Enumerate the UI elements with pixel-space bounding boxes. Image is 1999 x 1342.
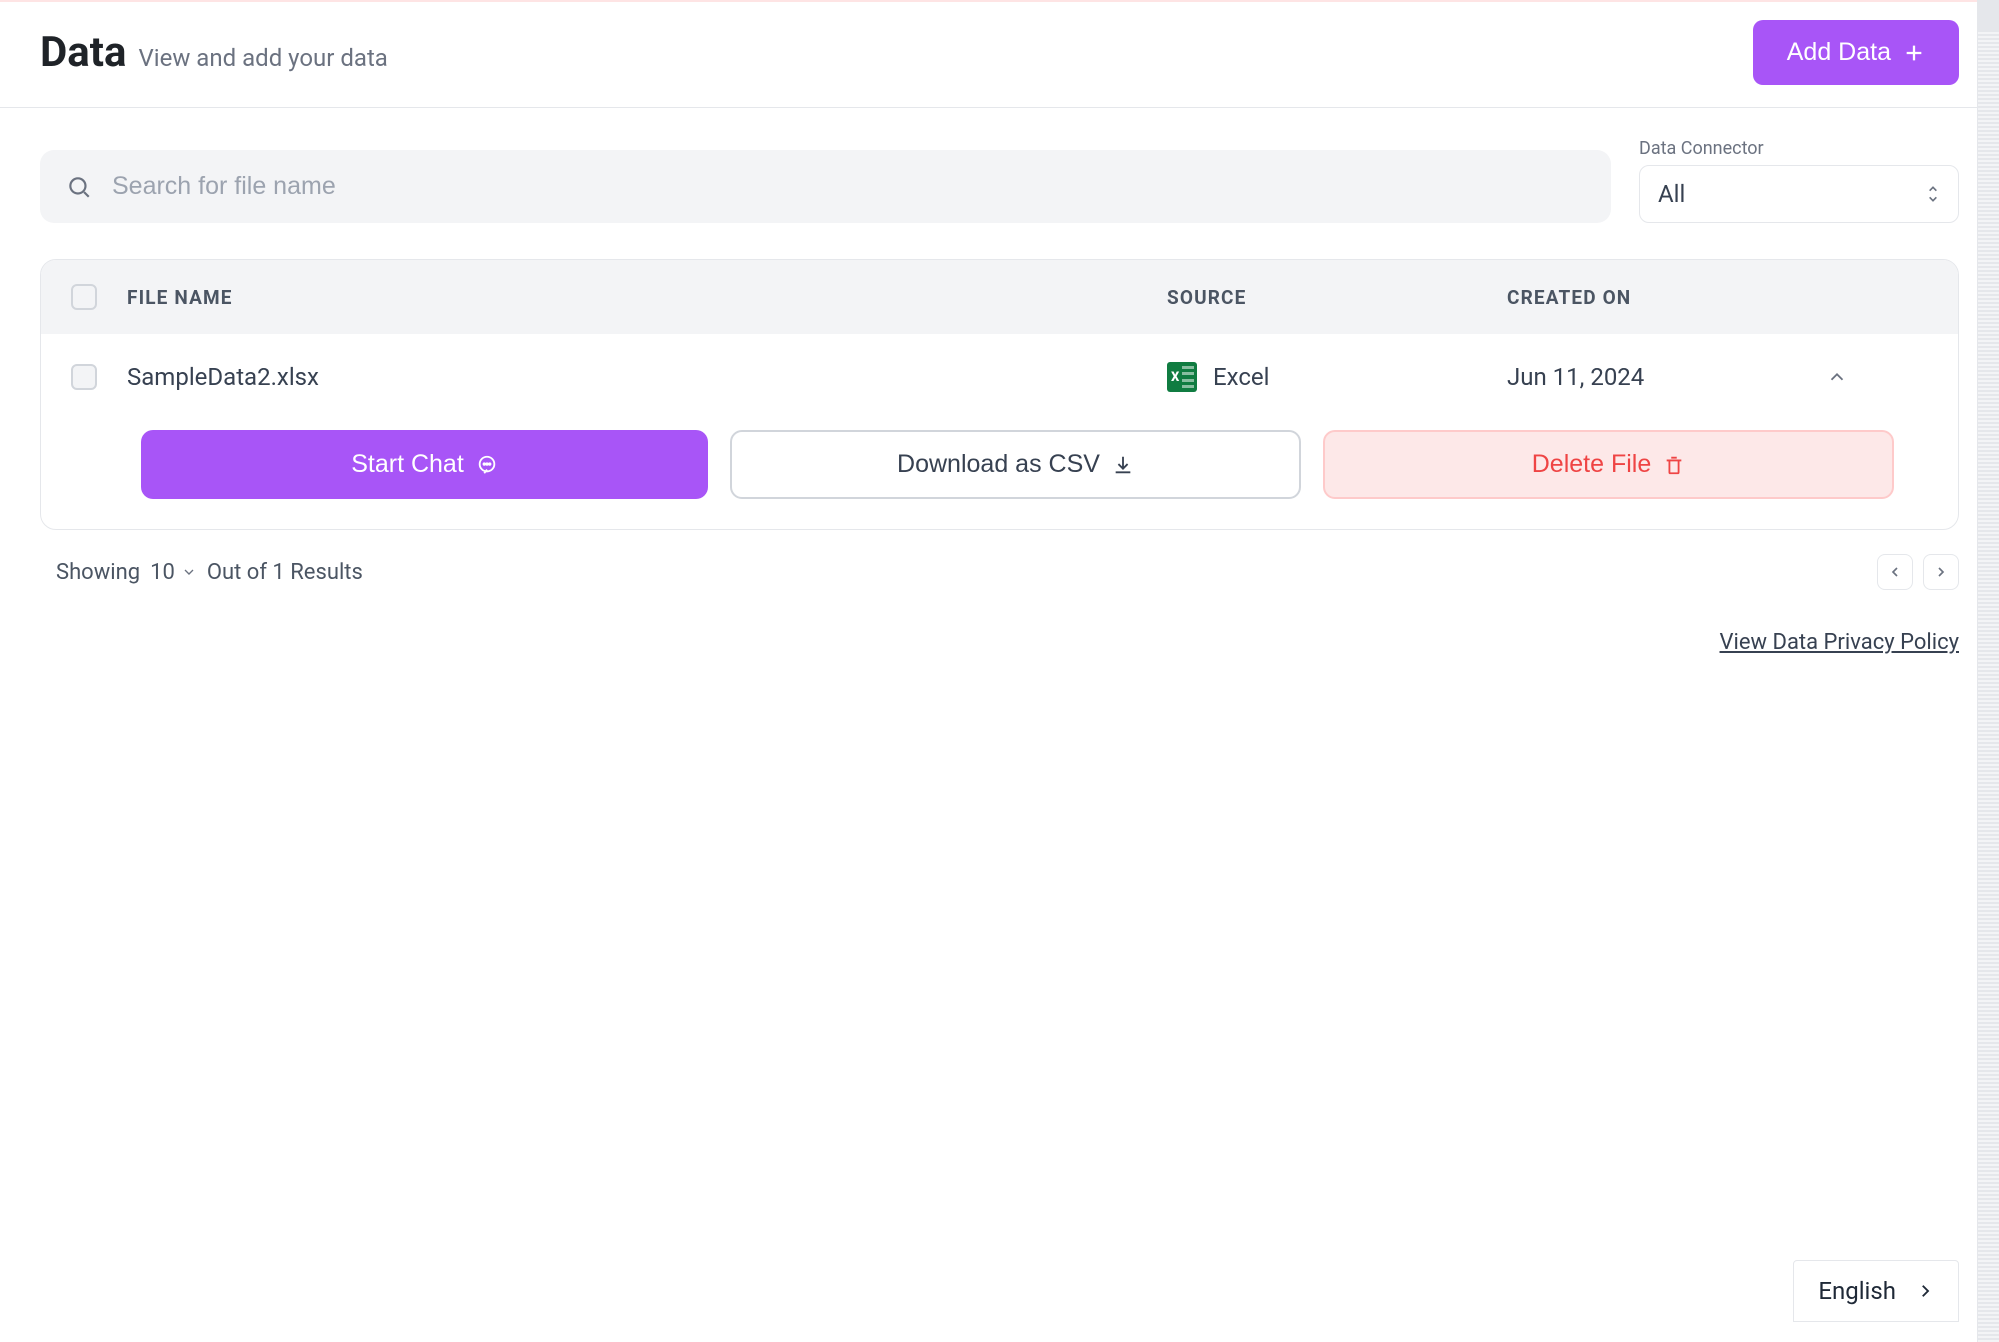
download-csv-button[interactable]: Download as CSV [730,430,1301,499]
cell-file-name: SampleData2.xlsx [127,363,1137,391]
connector-wrap: Data Connector All [1639,138,1959,223]
prev-page-button[interactable] [1877,554,1913,590]
connector-value: All [1658,180,1685,208]
chevron-up-icon [1826,366,1848,388]
column-source: SOURCE [1167,286,1477,309]
pagination-controls [1877,554,1959,590]
search-icon [66,174,92,200]
chevron-right-icon [1916,1282,1934,1300]
chevron-right-icon [1933,564,1949,580]
start-chat-label: Start Chat [351,450,464,479]
table-row[interactable]: SampleData2.xlsx Excel Jun 11, 2024 [41,334,1958,420]
select-all-checkbox[interactable] [71,284,97,310]
table-header: FILE NAME SOURCE CREATED ON [41,260,1958,334]
row-actions: Start Chat Download as CSV Delete File [41,420,1958,529]
data-table: FILE NAME SOURCE CREATED ON SampleData2.… [40,259,1959,530]
pagination-info: Showing 10 Out of 1 Results [56,560,363,585]
search-input[interactable] [40,150,1611,223]
header-titles: Data View and add your data [40,28,388,77]
search-wrap [40,150,1611,223]
connector-select[interactable]: All [1639,165,1959,223]
page-header: Data View and add your data Add Data [0,0,1999,108]
chevron-down-icon [181,564,197,580]
scrollbar[interactable] [1977,0,1999,1342]
chevron-left-icon [1887,564,1903,580]
language-label: English [1818,1277,1896,1305]
connector-label: Data Connector [1639,138,1959,159]
top-accent-bar [0,0,1979,2]
trash-icon [1663,454,1685,476]
delete-file-label: Delete File [1532,450,1652,479]
download-csv-label: Download as CSV [897,450,1100,479]
language-selector[interactable]: English [1793,1260,1959,1322]
add-data-button-label: Add Data [1787,38,1891,67]
showing-label: Showing [56,560,140,585]
download-icon [1112,454,1134,476]
results-label: Out of 1 Results [207,560,363,585]
filter-row: Data Connector All [40,138,1959,223]
page-subtitle: View and add your data [138,44,387,72]
add-data-button[interactable]: Add Data [1753,20,1959,85]
pagination-row: Showing 10 Out of 1 Results [0,530,1999,600]
privacy-row: View Data Privacy Policy [0,600,1999,655]
column-created-on: CREATED ON [1507,286,1787,309]
column-file-name: FILE NAME [127,286,1137,309]
plus-icon [1903,42,1925,64]
chat-icon [476,454,498,476]
cell-source: Excel [1167,362,1477,392]
excel-icon [1167,362,1197,392]
next-page-button[interactable] [1923,554,1959,590]
page-size-select[interactable]: 10 [150,560,197,585]
content-area: Data Connector All FILE NAME SOURCE CREA… [0,108,1999,530]
chevron-up-down-icon [1926,184,1940,204]
page-size-value: 10 [150,560,175,585]
page-title: Data [40,28,126,77]
start-chat-button[interactable]: Start Chat [141,430,708,499]
row-checkbox[interactable] [71,364,97,390]
row-toggle[interactable] [1817,366,1857,388]
privacy-policy-link[interactable]: View Data Privacy Policy [1720,630,1959,655]
delete-file-button[interactable]: Delete File [1323,430,1894,499]
cell-source-label: Excel [1213,363,1269,391]
cell-created-on: Jun 11, 2024 [1507,363,1787,391]
